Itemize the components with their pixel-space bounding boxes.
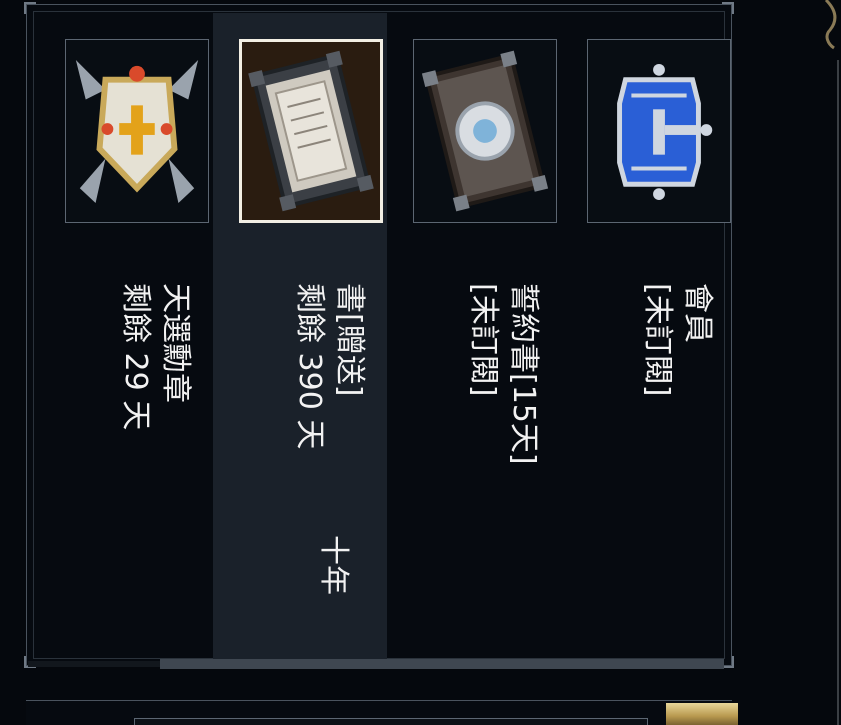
ornament-edge-icon — [824, 0, 839, 725]
scrollbar-track[interactable] — [28, 661, 160, 667]
item-text: 會員 [未訂閱] — [637, 283, 717, 396]
item-subtitle: 剩餘 390 天 — [292, 283, 327, 450]
item-subtitle: [未訂閱] — [466, 283, 501, 397]
item-title: 會員 — [680, 283, 715, 343]
item-card-medal[interactable]: 天選勳章 剩餘 29 天 — [39, 13, 213, 663]
contract-book-icon — [421, 50, 549, 212]
item-title: 天選勳章 — [158, 283, 193, 403]
stone-tablet-book-icon — [242, 42, 380, 220]
item-label-area: 誓約書[15天] [未訂閱] — [387, 243, 561, 653]
panel-corner-ornament — [24, 2, 36, 14]
screen: 天選勳章 剩餘 29 天 書[贈送] 剩餘 390 天 十年 誓約書[15天] … — [0, 0, 841, 725]
blue-crown-icon — [617, 63, 713, 201]
item-label-area: 會員 [未訂閱] — [561, 243, 735, 653]
item-extra-label: 十年 — [316, 535, 351, 595]
item-slot-selected[interactable] — [239, 39, 383, 223]
item-text: 天選勳章 剩餘 29 天 — [115, 283, 195, 430]
scrollbar-thumb[interactable] — [160, 659, 724, 669]
bottom-input-field[interactable] — [134, 718, 648, 725]
item-label-area: 天選勳章 剩餘 29 天 — [39, 243, 213, 653]
item-card-membership[interactable]: 會員 [未訂閱] — [561, 13, 735, 663]
item-slot[interactable] — [413, 39, 557, 223]
item-slot[interactable] — [65, 39, 209, 223]
item-subtitle: 剩餘 29 天 — [118, 283, 153, 431]
confirm-button[interactable] — [666, 703, 738, 725]
item-slot[interactable] — [587, 39, 731, 223]
item-card-contract[interactable]: 誓約書[15天] [未訂閱] — [387, 13, 561, 663]
item-title: 書[贈送] — [332, 283, 367, 397]
item-card-book-selected[interactable]: 書[贈送] 剩餘 390 天 十年 — [213, 13, 387, 663]
item-label-area: 書[贈送] 剩餘 390 天 十年 — [213, 243, 387, 653]
subscription-panel: 天選勳章 剩餘 29 天 書[贈送] 剩餘 390 天 十年 誓約書[15天] … — [24, 2, 735, 668]
item-title: 誓約書[15天] — [506, 283, 541, 465]
item-text: 誓約書[15天] [未訂閱] — [463, 283, 543, 465]
shield-emblem-icon — [75, 60, 199, 203]
item-text: 書[贈送] 剩餘 390 天 — [289, 283, 369, 449]
item-subtitle: [未訂閱] — [640, 283, 675, 397]
